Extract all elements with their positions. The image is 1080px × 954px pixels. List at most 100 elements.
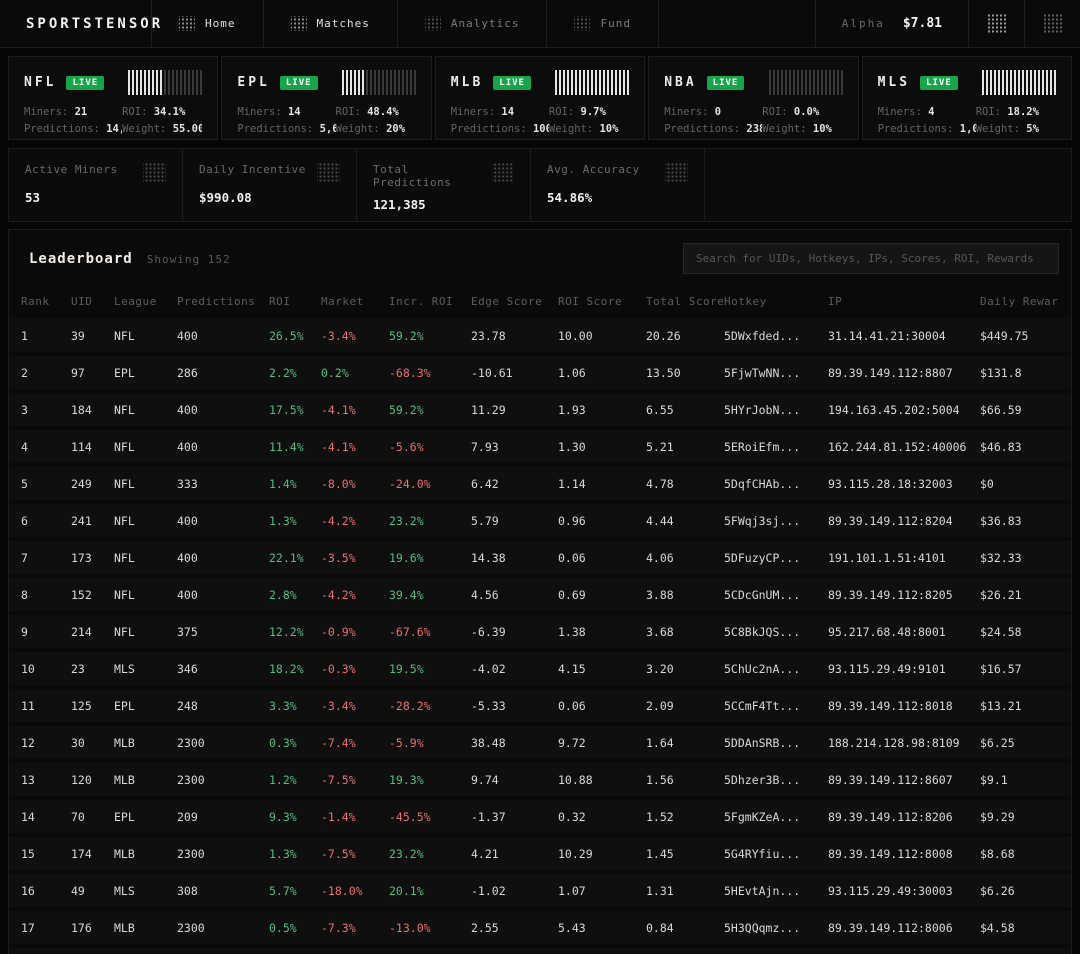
dots-grid-icon bbox=[987, 14, 1007, 33]
showing-count: Showing 152 bbox=[147, 253, 231, 266]
cell-edge-score: 11.29 bbox=[471, 403, 558, 417]
table-row[interactable]: 6241NFL4001.3%-4.2%23.2%5.790.964.445FWq… bbox=[9, 504, 1071, 537]
league-stat: Weight: 20% bbox=[336, 123, 416, 135]
league-stat: ROI: 9.7% bbox=[549, 106, 629, 118]
table-body: 139NFL40026.5%-3.4%59.2%23.7810.0020.265… bbox=[9, 319, 1071, 944]
cell-league: NFL bbox=[114, 588, 177, 602]
table-row[interactable]: 1230MLB23000.3%-7.4%-5.9%38.489.721.645D… bbox=[9, 726, 1071, 759]
cell-ip: 89.39.149.112:8006 bbox=[828, 921, 980, 935]
cell-hotkey: 5ChUc2nA... bbox=[724, 662, 828, 676]
cell-total-score: 2.09 bbox=[646, 699, 724, 713]
nav-item-analytics[interactable]: Analytics bbox=[398, 0, 548, 47]
stat-card-total-predictions: Total Predictions121,385 bbox=[357, 149, 531, 221]
cell-roi-score: 10.00 bbox=[558, 329, 646, 343]
cell-roi-score: 10.88 bbox=[558, 773, 646, 787]
dots-grid-icon bbox=[425, 16, 441, 31]
leaderboard-panel: Leaderboard Showing 152 RankUIDLeaguePre… bbox=[8, 229, 1072, 954]
stat-label: Miners: bbox=[664, 106, 715, 118]
cell-predictions: 400 bbox=[177, 440, 269, 454]
league-name: EPL bbox=[237, 75, 269, 90]
table-row[interactable]: 1023MLS34618.2%-0.3%19.5%-4.024.153.205C… bbox=[9, 652, 1071, 685]
table-row[interactable]: 139NFL40026.5%-3.4%59.2%23.7810.0020.265… bbox=[9, 319, 1071, 352]
cell-total-score: 6.55 bbox=[646, 403, 724, 417]
cell-edge-score: 5.79 bbox=[471, 514, 558, 528]
column-header-uid: UID bbox=[71, 295, 114, 308]
cell-total-score: 1.45 bbox=[646, 847, 724, 861]
cell-uid: 184 bbox=[71, 403, 114, 417]
stat-value: 10% bbox=[599, 123, 618, 135]
cell-hotkey: 5H3QQqmz... bbox=[724, 921, 828, 935]
league-name: NBA bbox=[664, 75, 696, 90]
cell-daily-reward: $66.59 bbox=[980, 403, 1059, 417]
league-stat: Weight: 5% bbox=[976, 123, 1056, 135]
cell-daily-reward: $449.75 bbox=[980, 329, 1059, 343]
cell-edge-score: 6.42 bbox=[471, 477, 558, 491]
cell-rank: 9 bbox=[21, 625, 71, 639]
cell-predictions: 209 bbox=[177, 810, 269, 824]
table-row[interactable]: 15174MLB23001.3%-7.5%23.2%4.2110.291.455… bbox=[9, 837, 1071, 870]
column-header-league: League bbox=[114, 295, 177, 308]
table-row[interactable]: 1470EPL2099.3%-1.4%-45.5%-1.370.321.525F… bbox=[9, 800, 1071, 833]
cell-ip: 89.39.149.112:8008 bbox=[828, 847, 980, 861]
cell-incr-roi: -13.0% bbox=[389, 921, 471, 935]
nav-item-fund[interactable]: Fund bbox=[547, 0, 659, 47]
cell-market: -1.4% bbox=[321, 810, 389, 824]
cell-uid: 30 bbox=[71, 736, 114, 750]
cell-roi: 1.4% bbox=[269, 477, 321, 491]
cell-total-score: 1.31 bbox=[646, 884, 724, 898]
leaderboard-title: Leaderboard bbox=[29, 251, 133, 267]
cell-incr-roi: 19.5% bbox=[389, 662, 471, 676]
search-input[interactable] bbox=[683, 243, 1059, 274]
table-row[interactable]: 297EPL2862.2%0.2%-68.3%-10.611.0613.505F… bbox=[9, 356, 1071, 389]
cell-roi-score: 1.07 bbox=[558, 884, 646, 898]
cell-ip: 89.39.149.112:8807 bbox=[828, 366, 980, 380]
league-stats: Miners: 14ROI: 48.4%Predictions: 5,641We… bbox=[237, 106, 415, 135]
stat-value: 48.4% bbox=[367, 106, 399, 118]
stat-cards: Active Miners53Daily Incentive$990.08Tot… bbox=[8, 148, 1072, 222]
league-stat: Miners: 4 bbox=[878, 106, 976, 118]
nav-item-home[interactable]: Home bbox=[152, 0, 264, 47]
cell-total-score: 3.88 bbox=[646, 588, 724, 602]
cell-incr-roi: 59.2% bbox=[389, 329, 471, 343]
stat-value: 4 bbox=[928, 106, 934, 118]
league-card-epl: EPL LIVE Miners: 14ROI: 48.4%Predictions: … bbox=[221, 56, 431, 140]
dots-grid-outline-icon bbox=[1043, 14, 1063, 33]
live-badge: LIVE bbox=[920, 76, 958, 90]
cell-hotkey: 5HYrJobN... bbox=[724, 403, 828, 417]
cell-predictions: 375 bbox=[177, 625, 269, 639]
stat-label: Predictions: bbox=[451, 123, 533, 135]
cell-edge-score: 4.21 bbox=[471, 847, 558, 861]
table-row[interactable]: 9214NFL37512.2%-0.9%-67.6%-6.391.383.685… bbox=[9, 615, 1071, 648]
league-stat: Weight: 10% bbox=[549, 123, 629, 135]
cell-rank: 12 bbox=[21, 736, 71, 750]
grid-menu-button[interactable] bbox=[968, 0, 1024, 47]
live-badge: LIVE bbox=[280, 76, 318, 90]
table-row[interactable]: 8152NFL4002.8%-4.2%39.4%4.560.693.885CDc… bbox=[9, 578, 1071, 611]
nav-item-matches[interactable]: Matches bbox=[264, 0, 398, 47]
stat-label: ROI: bbox=[336, 106, 368, 118]
table-row[interactable]: 1649MLS3085.7%-18.0%20.1%-1.021.071.315H… bbox=[9, 874, 1071, 907]
table-row[interactable]: 17176MLB23000.5%-7.3%-13.0%2.555.430.845… bbox=[9, 911, 1071, 944]
table-row[interactable]: 5249NFL3331.4%-8.0%-24.0%6.421.144.785Dq… bbox=[9, 467, 1071, 500]
league-card-head: NBALIVE bbox=[664, 70, 842, 95]
table-row[interactable]: 11125EPL2483.3%-3.4%-28.2%-5.330.062.095… bbox=[9, 689, 1071, 722]
column-header-predictions: Predictions bbox=[177, 295, 269, 308]
table-row[interactable]: 3184NFL40017.5%-4.1%59.2%11.291.936.555H… bbox=[9, 393, 1071, 426]
table-row[interactable]: 13120MLB23001.2%-7.5%19.3%9.7410.881.565… bbox=[9, 763, 1071, 796]
cell-league: NFL bbox=[114, 440, 177, 454]
cell-edge-score: -4.02 bbox=[471, 662, 558, 676]
cell-market: -4.1% bbox=[321, 403, 389, 417]
activity-bar-fill bbox=[982, 70, 1056, 95]
cell-total-score: 4.44 bbox=[646, 514, 724, 528]
cell-uid: 152 bbox=[71, 588, 114, 602]
cell-roi-score: 9.72 bbox=[558, 736, 646, 750]
cell-roi-score: 1.93 bbox=[558, 403, 646, 417]
nav-spacer bbox=[659, 0, 815, 47]
apps-menu-button[interactable] bbox=[1024, 0, 1080, 47]
cell-hotkey: 5G4RYfiu... bbox=[724, 847, 828, 861]
table-row[interactable]: 4114NFL40011.4%-4.1%-5.6%7.931.305.215ER… bbox=[9, 430, 1071, 463]
cell-uid: 70 bbox=[71, 810, 114, 824]
table-row[interactable]: 7173NFL40022.1%-3.5%19.6%14.380.064.065D… bbox=[9, 541, 1071, 574]
cell-market: -0.9% bbox=[321, 625, 389, 639]
league-stat: ROI: 48.4% bbox=[336, 106, 416, 118]
